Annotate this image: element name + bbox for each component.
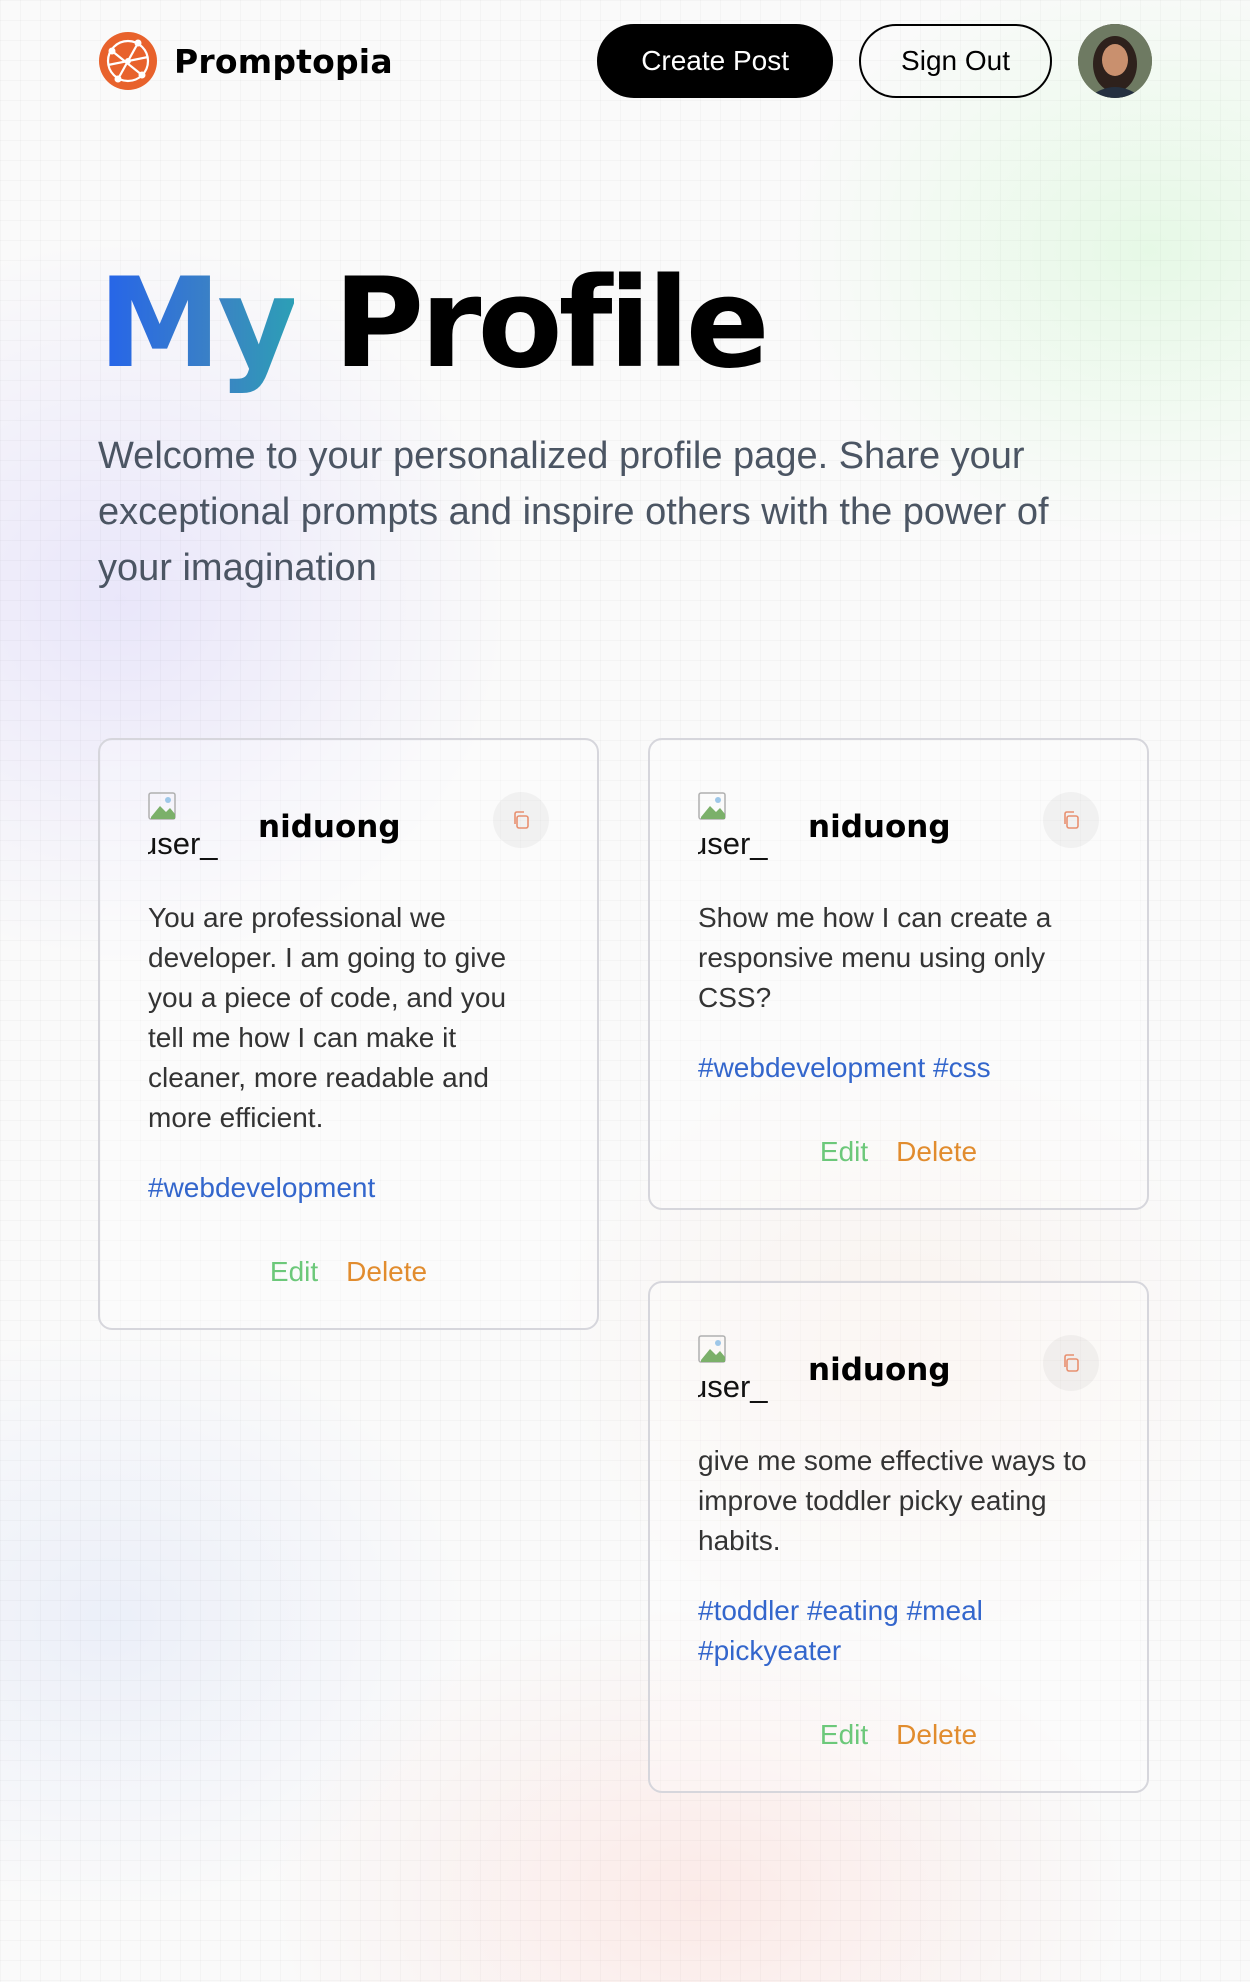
page-title-accent: My bbox=[98, 252, 298, 396]
prompt-tags[interactable]: #toddler #eating #meal #pickyeater bbox=[698, 1591, 1099, 1671]
copy-icon bbox=[1064, 1354, 1079, 1372]
nav-actions: Create Post Sign Out bbox=[597, 24, 1152, 98]
create-post-button[interactable]: Create Post bbox=[597, 24, 834, 98]
delete-button[interactable]: Delete bbox=[896, 1719, 977, 1751]
edit-button[interactable]: Edit bbox=[270, 1256, 318, 1288]
brand-link[interactable]: Promptopia bbox=[98, 31, 393, 91]
prompt-text: Show me how I can create a responsive me… bbox=[698, 902, 1052, 1013]
card-actions: Edit Delete bbox=[698, 1719, 1099, 1751]
card-actions: Edit Delete bbox=[148, 1256, 549, 1288]
page-description: Welcome to your personalized profile pag… bbox=[98, 435, 1049, 589]
edit-button[interactable]: Edit bbox=[820, 1136, 868, 1168]
avatar-photo-icon bbox=[1078, 24, 1152, 98]
user-avatar-alt: user_ bbox=[148, 826, 218, 861]
sign-out-button[interactable]: Sign Out bbox=[859, 24, 1052, 98]
broken-image-icon bbox=[148, 792, 176, 820]
broken-image-icon bbox=[698, 1335, 726, 1363]
prompt-text: You are professional we developer. I am … bbox=[148, 902, 507, 1133]
card-actions: Edit Delete bbox=[698, 1136, 1099, 1168]
copy-button[interactable] bbox=[493, 792, 549, 848]
prompt-card: user_ niduong give me some effective way… bbox=[648, 1281, 1149, 1793]
prompt-tags[interactable]: #webdevelopment bbox=[148, 1168, 549, 1208]
delete-button[interactable]: Delete bbox=[346, 1256, 427, 1288]
prompt-card: user_ niduong Show me how I can create a… bbox=[648, 738, 1149, 1210]
page-title: My Profile bbox=[98, 262, 770, 386]
brand-name: Promptopia bbox=[174, 41, 393, 81]
delete-button[interactable]: Delete bbox=[896, 1136, 977, 1168]
username: niduong bbox=[808, 809, 951, 845]
card-header: user_ niduong bbox=[148, 792, 549, 862]
navbar: Promptopia Create Post Sign Out bbox=[98, 24, 1152, 98]
username: niduong bbox=[808, 1352, 951, 1388]
broken-image-icon bbox=[698, 792, 726, 820]
profile-page: Promptopia Create Post Sign Out My Profi… bbox=[0, 0, 1250, 1982]
user-avatar-alt: user_ bbox=[698, 826, 768, 861]
avatar[interactable] bbox=[1078, 24, 1152, 98]
user-avatar-alt: user_ bbox=[698, 1369, 768, 1404]
copy-icon bbox=[1064, 811, 1079, 829]
username: niduong bbox=[258, 809, 401, 845]
copy-button[interactable] bbox=[1043, 792, 1099, 848]
copy-icon bbox=[514, 811, 529, 829]
user-avatar[interactable]: user_ bbox=[698, 792, 768, 862]
card-header: user_ niduong bbox=[698, 792, 1099, 862]
prompt-card: user_ niduong You are professional we de… bbox=[98, 738, 599, 1330]
copy-button[interactable] bbox=[1043, 1335, 1099, 1391]
user-avatar[interactable]: user_ bbox=[148, 792, 218, 862]
prompt-tags[interactable]: #webdevelopment #css bbox=[698, 1048, 1099, 1088]
edit-button[interactable]: Edit bbox=[820, 1719, 868, 1751]
user-avatar[interactable]: user_ bbox=[698, 1335, 768, 1405]
page-title-rest: Profile bbox=[333, 252, 769, 396]
card-header: user_ niduong bbox=[698, 1335, 1099, 1405]
logo-icon bbox=[99, 32, 157, 90]
prompt-text: give me some effective ways to improve t… bbox=[698, 1445, 1087, 1556]
